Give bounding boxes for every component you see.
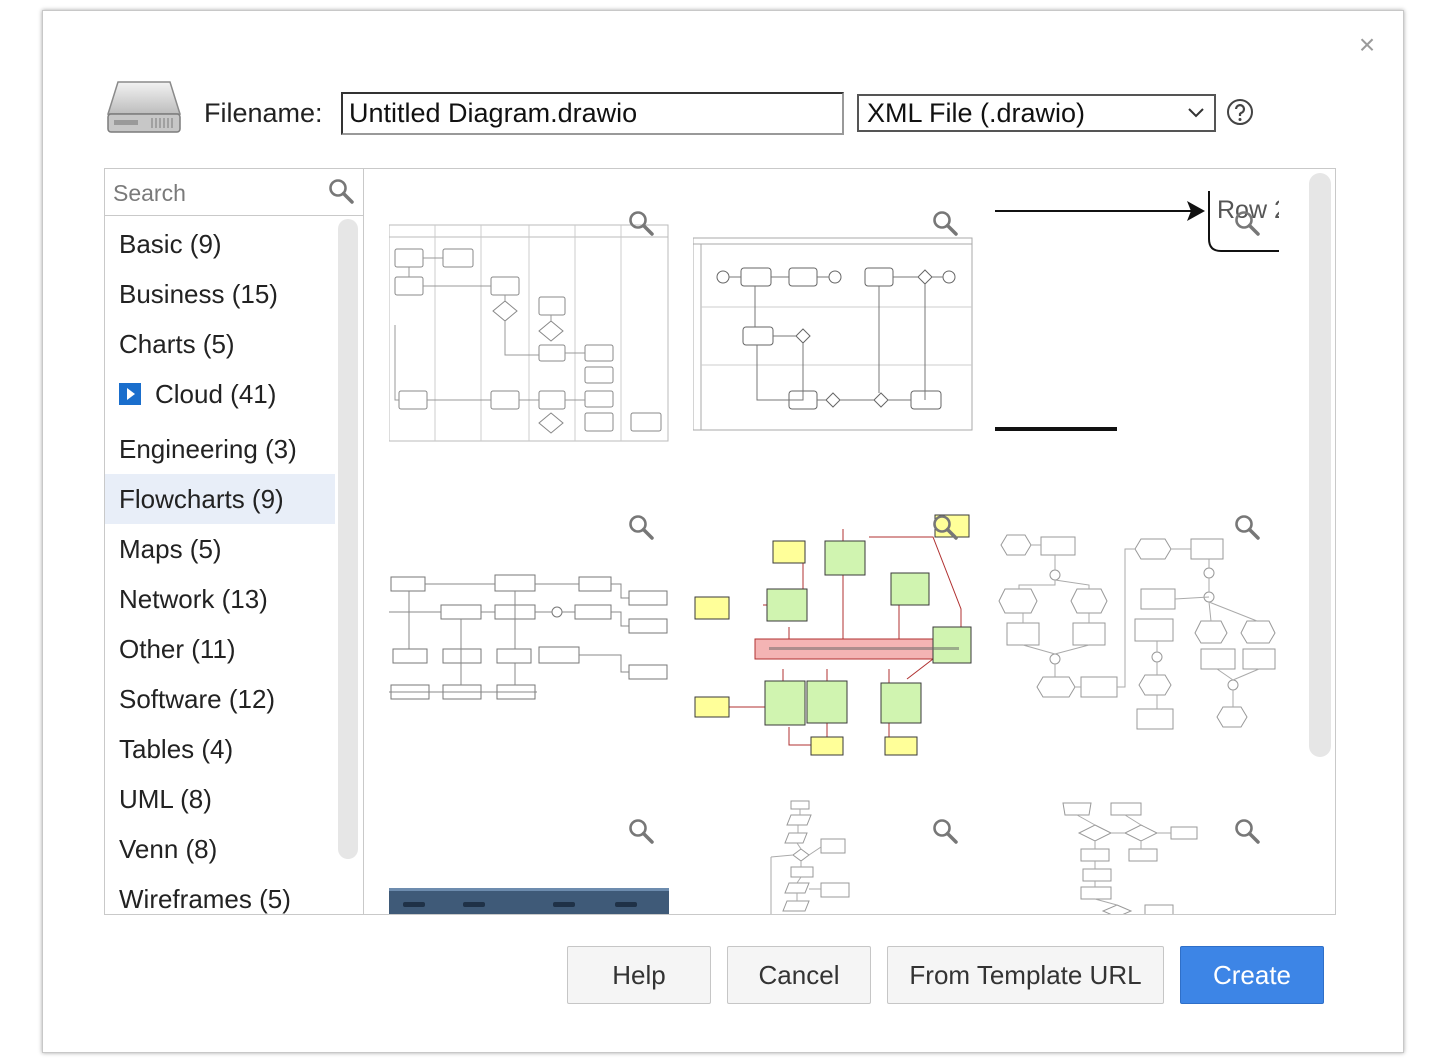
format-selected-value: XML File (.drawio) (867, 98, 1086, 128)
category-label: Wireframes (5) (119, 884, 291, 914)
category-label: Software (12) (119, 684, 276, 714)
category-label: Engineering (3) (119, 434, 297, 464)
category-label: Business (15) (119, 279, 278, 309)
zoom-icon[interactable] (627, 513, 655, 541)
template-thumbnail[interactable] (693, 205, 973, 445)
category-flowcharts[interactable]: Flowcharts (9) (105, 474, 335, 524)
zoom-icon[interactable] (1233, 817, 1261, 845)
sidebar-scrollbar[interactable] (338, 219, 358, 859)
category-software[interactable]: Software (12) (105, 674, 335, 724)
category-other[interactable]: Other (11) (105, 624, 335, 674)
category-venn[interactable]: Venn (8) (105, 824, 335, 874)
category-label: Tables (4) (119, 734, 234, 764)
expand-icon[interactable] (119, 383, 141, 406)
category-wireframes[interactable]: Wireframes (5) (105, 874, 335, 914)
vertical-flowchart-preview (770, 800, 850, 914)
close-icon[interactable]: × (1354, 30, 1380, 60)
category-business[interactable]: Business (15) (105, 269, 335, 319)
help-button[interactable]: Help (567, 946, 711, 1004)
filename-label: Filename: (204, 98, 323, 128)
search-box (105, 169, 363, 216)
zoom-icon[interactable] (931, 209, 959, 237)
template-thumbnail[interactable] (389, 509, 669, 749)
from-template-url-button[interactable]: From Template URL (887, 946, 1164, 1004)
zoom-icon[interactable] (931, 817, 959, 845)
help-icon[interactable] (1226, 98, 1254, 126)
format-select[interactable]: XML File (.drawio) (857, 94, 1216, 132)
category-maps[interactable]: Maps (5) (105, 524, 335, 574)
category-label: Cloud (41) (155, 379, 277, 409)
zoom-icon[interactable] (1233, 513, 1261, 541)
horizontal-process-preview (389, 574, 668, 700)
category-label: UML (8) (119, 784, 212, 814)
zoom-icon[interactable] (627, 817, 655, 845)
template-thumbnail[interactable] (995, 797, 1275, 914)
template-thumbnail[interactable]: Row 2 (995, 191, 1279, 471)
template-thumbnail[interactable] (389, 205, 669, 445)
category-label: Flowcharts (9) (119, 484, 284, 514)
template-thumbnail[interactable] (995, 509, 1276, 749)
zoom-icon[interactable] (1233, 209, 1261, 237)
zoom-icon[interactable] (627, 209, 655, 237)
bpmn-pool-preview (693, 237, 973, 431)
category-cloud[interactable]: Cloud (41) (105, 369, 335, 419)
category-label: Basic (9) (119, 229, 222, 259)
category-engineering[interactable]: Engineering (3) (105, 424, 335, 474)
template-thumbnail[interactable] (693, 797, 973, 914)
category-charts[interactable]: Charts (5) (105, 319, 335, 369)
create-button[interactable]: Create (1180, 946, 1324, 1004)
category-uml[interactable]: UML (8) (105, 774, 335, 824)
template-panel: Basic (9) Business (15) Charts (5) Cloud… (104, 168, 1336, 915)
system-development-preview (694, 514, 972, 756)
search-input[interactable] (111, 175, 325, 211)
category-basic[interactable]: Basic (9) (105, 219, 335, 269)
category-label: Other (11) (119, 634, 236, 664)
template-thumbnail[interactable] (693, 509, 973, 756)
category-tables[interactable]: Tables (4) (105, 724, 335, 774)
chevron-down-icon (1188, 108, 1204, 118)
templates-scrollbar[interactable] (1309, 173, 1331, 757)
decision-flowchart-preview (1062, 802, 1198, 914)
category-label: Network (13) (119, 584, 268, 614)
category-label: Charts (5) (119, 329, 235, 359)
filename-input[interactable] (341, 92, 844, 135)
swimlane-flowchart-preview (389, 224, 669, 442)
search-icon[interactable] (327, 177, 355, 205)
hard-drive-icon (106, 81, 182, 133)
template-thumbnail[interactable] (389, 813, 669, 914)
hexagon-flowchart-preview (998, 534, 1276, 730)
category-label: Maps (5) (119, 534, 222, 564)
category-sidebar: Basic (9) Business (15) Charts (5) Cloud… (105, 169, 364, 914)
category-label: Venn (8) (119, 834, 218, 864)
zoom-icon[interactable] (931, 513, 959, 541)
category-network[interactable]: Network (13) (105, 574, 335, 624)
cancel-button[interactable]: Cancel (727, 946, 871, 1004)
